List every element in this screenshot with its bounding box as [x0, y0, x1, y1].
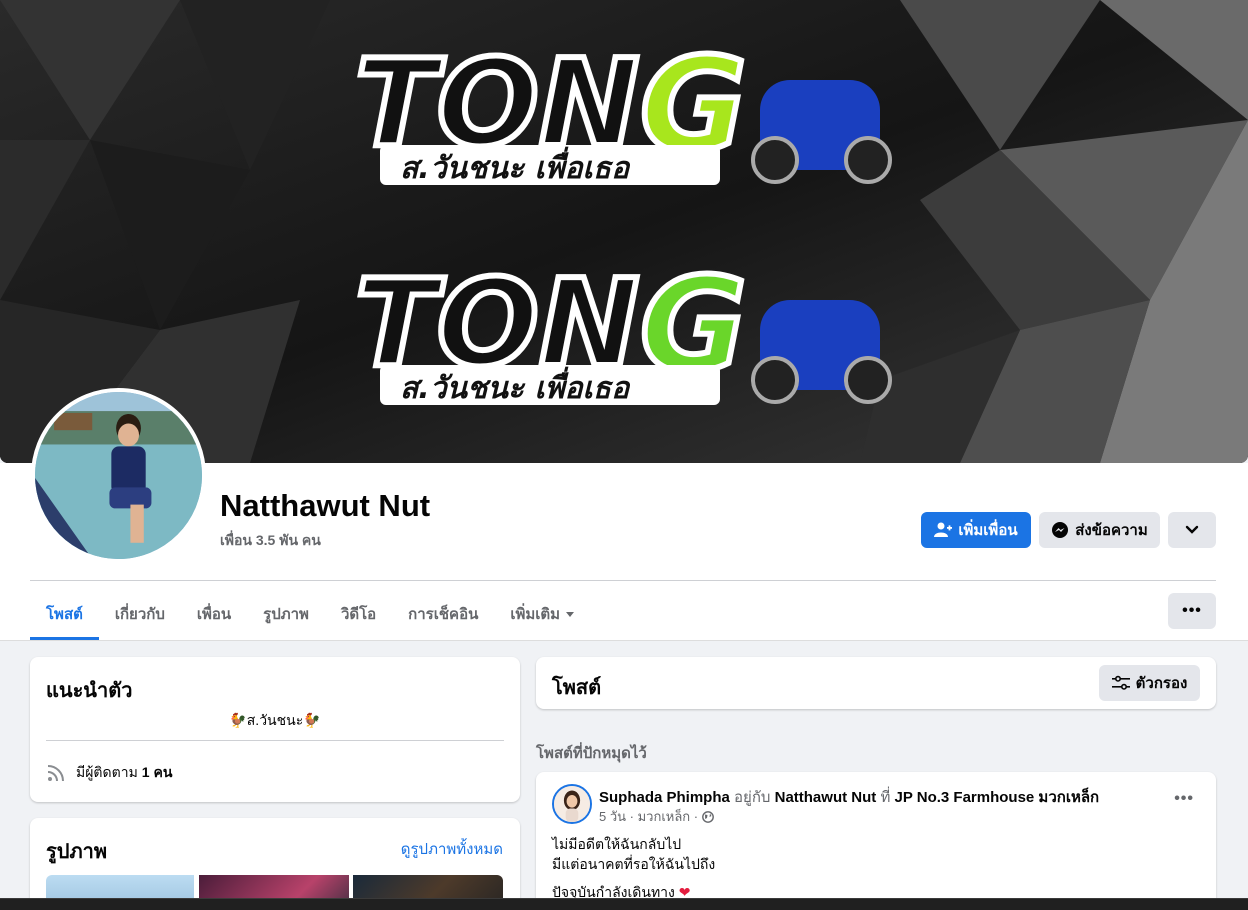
- rss-icon: [47, 765, 64, 782]
- add-user-icon: [934, 522, 953, 537]
- tab-checkins[interactable]: การเช็คอิน: [392, 588, 494, 640]
- with-text: อยู่กับ: [734, 789, 771, 806]
- friend-count[interactable]: เพื่อน 3.5 พัน คน: [220, 530, 321, 552]
- chevron-down-icon: [1185, 525, 1199, 534]
- see-all-photos-link[interactable]: ดูรูปภาพทั้งหมด: [401, 837, 503, 861]
- post-text-line: มีแต่อนาคตที่รอให้ฉันไปถึง: [552, 856, 716, 872]
- messenger-icon: [1052, 522, 1069, 538]
- profile-name: Natthawut Nut: [220, 488, 431, 523]
- post-text-line: ไม่มีอดีตให้ฉันกลับไป: [552, 836, 682, 852]
- cover-slogan-bottom: ส.วันชนะ เพื่อเธอ: [400, 366, 631, 406]
- filter-label: ตัวกรอง: [1135, 675, 1188, 692]
- intro-card: แนะนำตัว 🐓ส.วันชนะ🐓 มีผู้ติดตาม 1 คน: [30, 657, 520, 802]
- more-dots-icon: •••: [1182, 602, 1202, 619]
- post-meta-text[interactable]: 5 วัน · มวกเหล็ก ·: [599, 806, 698, 827]
- post-body: ไม่มีอดีตให้ฉันกลับไป มีแต่อนาคตที่รอให้…: [552, 834, 715, 902]
- profile-options-button[interactable]: [1168, 512, 1216, 548]
- add-friend-label: เพิ่มเพื่อน: [958, 522, 1018, 539]
- filter-button[interactable]: ตัวกรอง: [1099, 665, 1200, 701]
- add-friend-button[interactable]: เพิ่มเพื่อน: [921, 512, 1031, 548]
- filter-sliders-icon: [1111, 675, 1130, 690]
- profile-tabs: โพสต์ เกี่ยวกับ เพื่อน รูปภาพ วิดีโอ การ…: [30, 588, 590, 640]
- followers-count[interactable]: 1 คน: [142, 762, 173, 784]
- tab-videos[interactable]: วิดีโอ: [325, 588, 392, 640]
- header-divider: [30, 580, 1216, 581]
- pinned-post: Suphada Phimpha อยู่กับ Natthawut Nut ที…: [536, 772, 1216, 910]
- posts-title: โพสต์: [552, 677, 602, 699]
- post-place[interactable]: JP No.3 Farmhouse มวกเหล็ก: [895, 789, 1100, 806]
- at-text: ที่: [880, 789, 891, 806]
- globe-icon: [702, 810, 715, 823]
- intro-bio: 🐓ส.วันชนะ🐓: [229, 712, 321, 728]
- caret-down-icon: [566, 611, 575, 617]
- taskbar: [0, 898, 1248, 910]
- tab-options-button[interactable]: •••: [1168, 593, 1216, 629]
- post-author[interactable]: Suphada Phimpha: [599, 789, 730, 806]
- message-button[interactable]: ส่งข้อความ: [1039, 512, 1160, 548]
- message-label: ส่งข้อความ: [1075, 522, 1148, 539]
- post-author-avatar[interactable]: [552, 784, 592, 824]
- post-meta: 5 วัน · มวกเหล็ก ·: [599, 806, 715, 827]
- intro-title: แนะนำตัว: [46, 680, 133, 702]
- pinned-posts-label: โพสต์ที่ปักหมุดไว้: [536, 745, 647, 762]
- profile-avatar[interactable]: [31, 388, 206, 563]
- followers-row: มีผู้ติดตาม 1 คน: [46, 762, 172, 784]
- tagged-user[interactable]: Natthawut Nut: [775, 789, 877, 806]
- cover-photo[interactable]: TON G TON G ส.วันชนะ เพื่อเธอ ส.วันชนะ เ…: [0, 0, 1248, 463]
- tab-friends[interactable]: เพื่อน: [181, 588, 247, 640]
- posts-header-card: โพสต์ ตัวกรอง: [536, 657, 1216, 709]
- post-options-icon[interactable]: •••: [1174, 790, 1194, 808]
- photos-title: รูปภาพ: [46, 841, 108, 863]
- tab-more[interactable]: เพิ่มเติม: [494, 588, 590, 640]
- cover-slogan-top: ส.วันชนะ เพื่อเธอ: [400, 146, 631, 186]
- intro-divider: [46, 740, 504, 741]
- tab-photos[interactable]: รูปภาพ: [247, 588, 325, 640]
- tab-posts[interactable]: โพสต์: [30, 588, 99, 640]
- tab-about[interactable]: เกี่ยวกับ: [99, 588, 181, 640]
- photos-card: รูปภาพ ดูรูปภาพทั้งหมด: [30, 818, 520, 910]
- followers-prefix: มีผู้ติดตาม: [76, 764, 138, 780]
